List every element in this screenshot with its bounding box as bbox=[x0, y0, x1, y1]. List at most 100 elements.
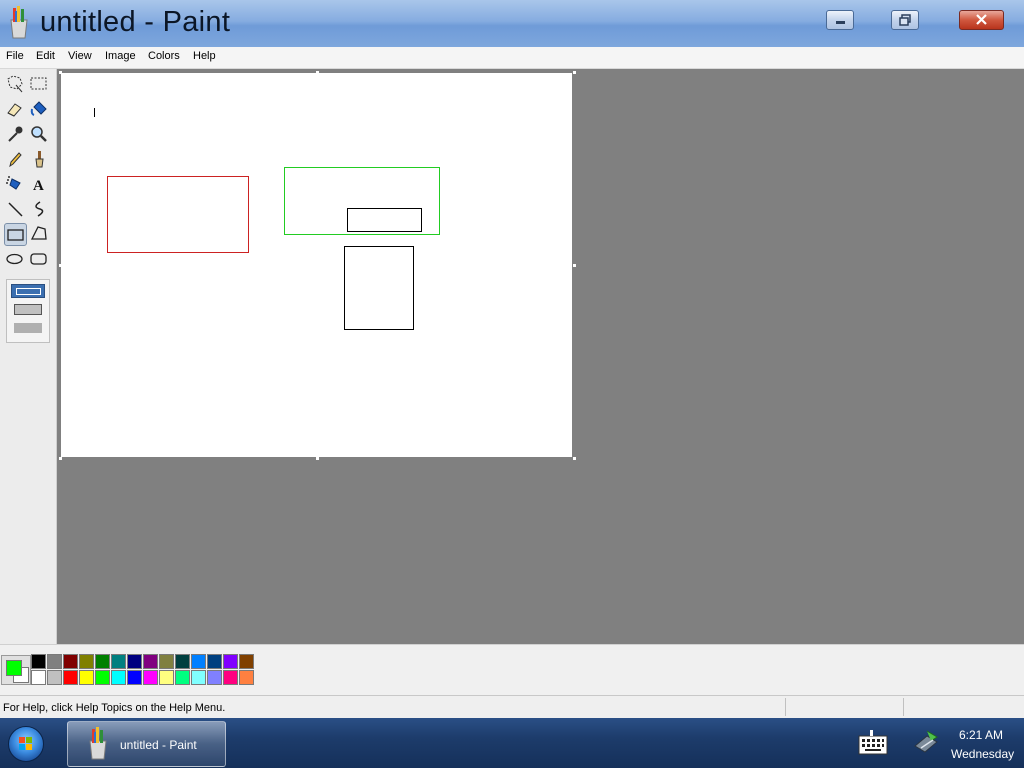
drawing-canvas[interactable] bbox=[61, 73, 572, 457]
palette-swatch[interactable] bbox=[207, 670, 222, 685]
palette-swatch[interactable] bbox=[79, 670, 94, 685]
pencil-tool[interactable] bbox=[4, 148, 26, 170]
ellipse-tool[interactable] bbox=[4, 248, 26, 270]
brush-tool[interactable] bbox=[28, 148, 50, 170]
resize-handle[interactable] bbox=[316, 457, 319, 460]
palette-swatch[interactable] bbox=[159, 654, 174, 669]
palette-swatch[interactable] bbox=[31, 654, 46, 669]
free-form-select-tool[interactable] bbox=[4, 73, 26, 95]
resize-handle[interactable] bbox=[573, 71, 576, 74]
toolbox: A bbox=[0, 69, 57, 644]
rounded-rectangle-tool[interactable] bbox=[28, 248, 50, 270]
paint-app-icon bbox=[5, 6, 33, 40]
menu-view[interactable]: View bbox=[68, 50, 92, 62]
fill-style-options bbox=[6, 279, 50, 343]
fill-with-color-tool[interactable] bbox=[28, 98, 50, 120]
resize-handle[interactable] bbox=[573, 264, 576, 267]
menu-help[interactable]: Help bbox=[193, 50, 216, 62]
airbrush-icon bbox=[6, 176, 21, 190]
select-tool[interactable] bbox=[28, 73, 50, 95]
status-bar: For Help, click Help Topics on the Help … bbox=[0, 695, 1024, 719]
menu-colors[interactable]: Colors bbox=[148, 50, 180, 62]
rectangle-tool[interactable] bbox=[4, 223, 27, 246]
taskbar: untitled - Paint 6:21 AM Wednesday bbox=[0, 718, 1024, 768]
text-icon: A bbox=[33, 178, 44, 194]
palette-swatch[interactable] bbox=[47, 654, 62, 669]
palette-swatch[interactable] bbox=[223, 670, 238, 685]
close-button[interactable] bbox=[959, 10, 1004, 30]
menu-file[interactable]: File bbox=[6, 50, 24, 62]
line-tool[interactable] bbox=[4, 198, 26, 220]
svg-text:A: A bbox=[33, 178, 44, 194]
eraser-tool[interactable] bbox=[4, 98, 26, 120]
current-colors[interactable] bbox=[1, 655, 31, 685]
palette-swatch[interactable] bbox=[143, 654, 158, 669]
palette-swatch[interactable] bbox=[127, 654, 142, 669]
fill-style-outline[interactable] bbox=[11, 284, 45, 298]
clock-day[interactable]: Wednesday bbox=[951, 747, 1014, 761]
black-tall-rectangle bbox=[344, 246, 414, 330]
red-rectangle bbox=[107, 176, 249, 253]
palette-swatch[interactable] bbox=[191, 654, 206, 669]
workspace bbox=[57, 69, 1024, 644]
resize-handle[interactable] bbox=[573, 457, 576, 460]
palette-swatch[interactable] bbox=[95, 670, 110, 685]
pick-color-tool[interactable] bbox=[4, 123, 26, 145]
palette-swatch[interactable] bbox=[143, 670, 158, 685]
window-title: untitled - Paint bbox=[40, 6, 231, 38]
palette-swatch[interactable] bbox=[95, 654, 110, 669]
status-divider bbox=[785, 698, 786, 716]
fill-style-outline-fill[interactable] bbox=[14, 304, 42, 315]
palette-swatch[interactable] bbox=[223, 654, 238, 669]
paint-app-icon bbox=[89, 727, 107, 760]
resize-handle[interactable] bbox=[59, 457, 62, 460]
resize-handle[interactable] bbox=[59, 71, 62, 74]
ellipse-icon bbox=[6, 253, 23, 265]
minimize-button[interactable] bbox=[826, 10, 854, 30]
text-tool[interactable]: A bbox=[28, 173, 50, 195]
palette-swatch[interactable] bbox=[63, 654, 78, 669]
restore-button[interactable] bbox=[891, 10, 919, 30]
title-bar[interactable]: untitled - Paint bbox=[0, 0, 1024, 47]
palette-swatch[interactable] bbox=[239, 654, 254, 669]
palette-swatch[interactable] bbox=[79, 654, 94, 669]
palette-swatch[interactable] bbox=[239, 670, 254, 685]
taskbar-paint-button[interactable]: untitled - Paint bbox=[67, 721, 226, 767]
palette-swatch[interactable] bbox=[175, 670, 190, 685]
palette-swatch[interactable] bbox=[191, 670, 206, 685]
keyboard-icon[interactable] bbox=[858, 730, 888, 756]
palette-swatch[interactable] bbox=[31, 670, 46, 685]
menu-bar: File Edit View Image Colors Help bbox=[0, 47, 1024, 69]
palette-swatch[interactable] bbox=[159, 670, 174, 685]
foreground-color bbox=[6, 660, 22, 676]
resize-handle[interactable] bbox=[316, 71, 319, 74]
menu-image[interactable]: Image bbox=[105, 50, 136, 62]
line-icon bbox=[8, 202, 23, 217]
fill-style-fill-only[interactable] bbox=[14, 323, 42, 333]
airbrush-tool[interactable] bbox=[4, 173, 26, 195]
palette-swatch[interactable] bbox=[175, 654, 190, 669]
green-rectangle bbox=[284, 167, 440, 235]
palette-swatch[interactable] bbox=[63, 670, 78, 685]
polygon-tool[interactable] bbox=[28, 223, 50, 245]
menu-edit[interactable]: Edit bbox=[36, 50, 55, 62]
clock-time[interactable]: 6:21 AM bbox=[959, 728, 1003, 742]
close-icon bbox=[976, 14, 987, 25]
taskbar-paint-label: untitled - Paint bbox=[120, 738, 197, 752]
palette-swatch[interactable] bbox=[111, 670, 126, 685]
palette-swatch[interactable] bbox=[47, 670, 62, 685]
resize-handle[interactable] bbox=[59, 264, 62, 267]
start-button[interactable] bbox=[8, 726, 44, 762]
pick-color-icon bbox=[8, 126, 23, 142]
palette-swatch[interactable] bbox=[207, 654, 222, 669]
curve-tool[interactable] bbox=[28, 198, 50, 220]
fill-with-color-icon bbox=[30, 101, 47, 116]
black-small-rectangle bbox=[347, 208, 422, 232]
palette-swatch[interactable] bbox=[111, 654, 126, 669]
free-form-select-icon bbox=[7, 75, 23, 93]
palette-swatch[interactable] bbox=[127, 670, 142, 685]
canvas-drawing bbox=[94, 108, 440, 330]
network-icon[interactable] bbox=[911, 728, 941, 758]
magnifier-tool[interactable] bbox=[28, 123, 50, 145]
minimize-icon bbox=[836, 21, 845, 24]
